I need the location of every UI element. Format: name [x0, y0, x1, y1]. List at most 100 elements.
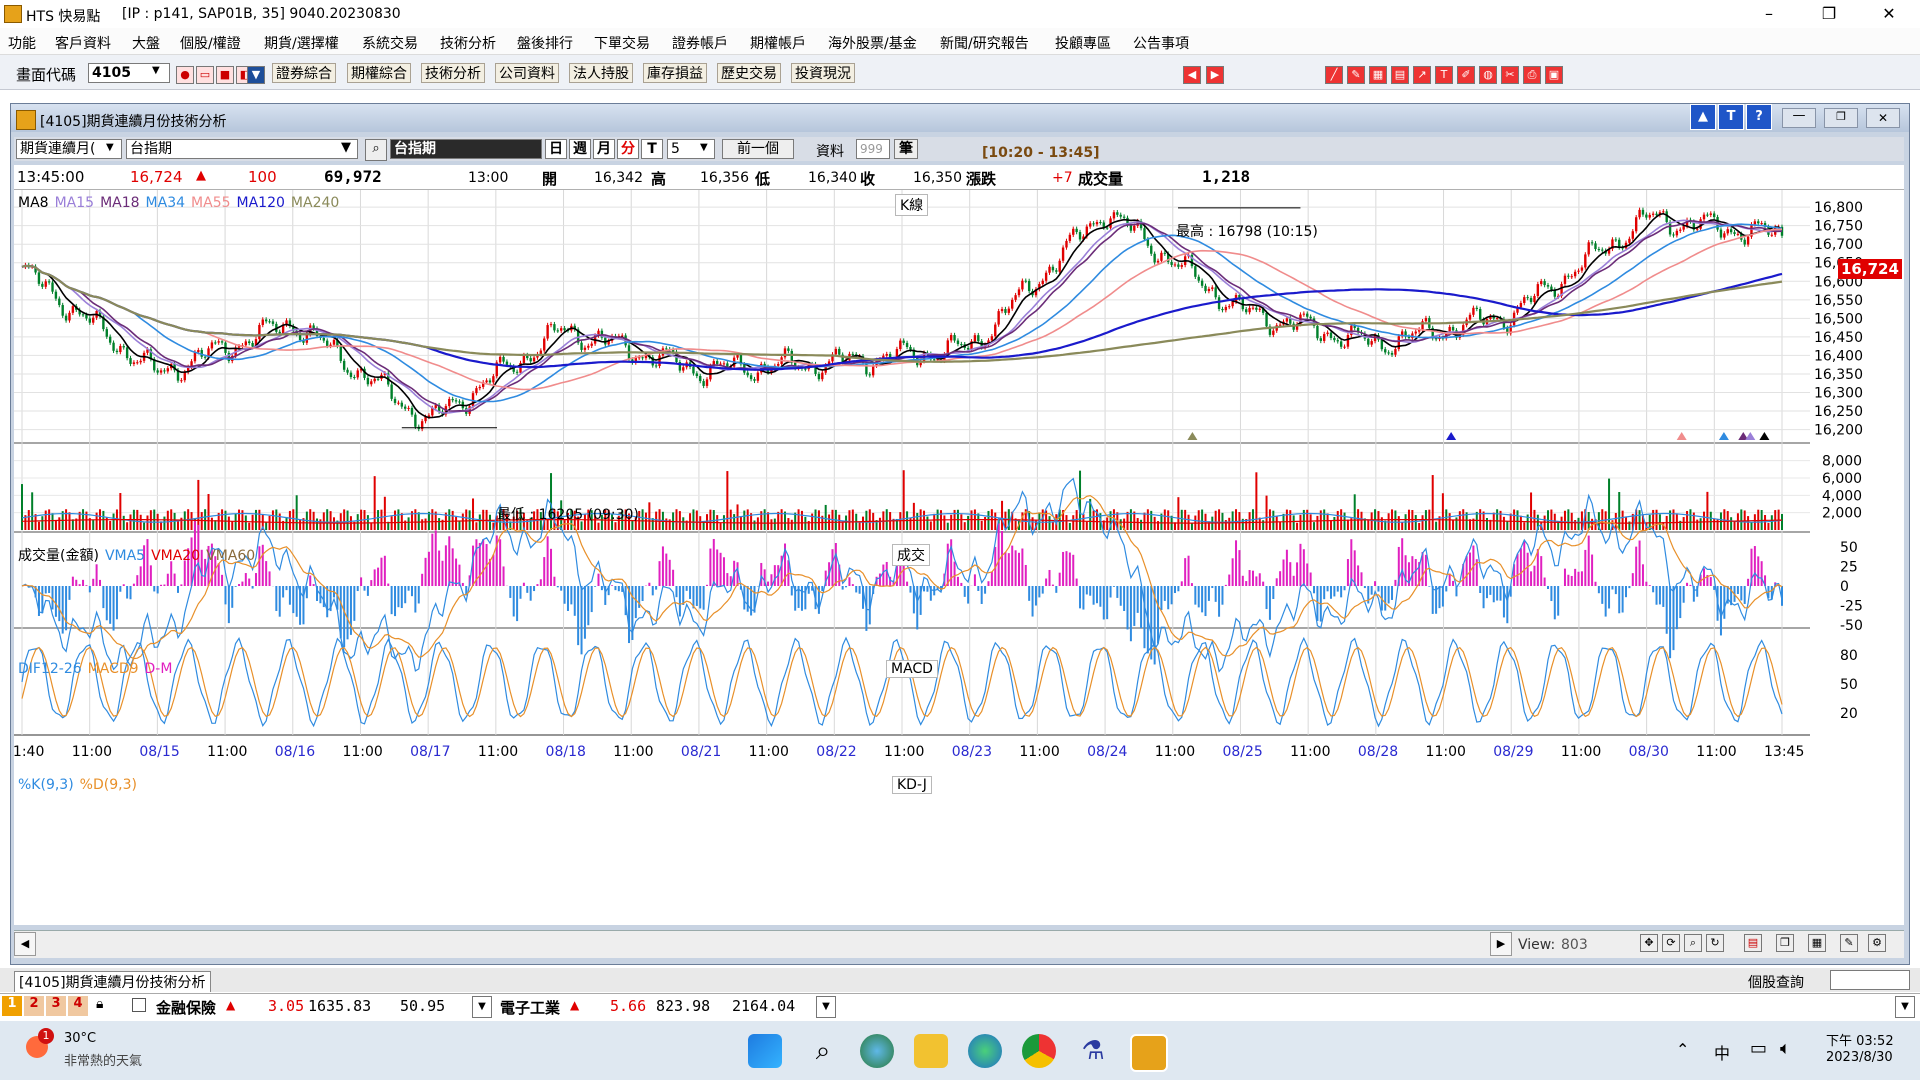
hts-app-icon[interactable] — [1130, 1034, 1168, 1072]
tool-icon-4[interactable]: ▤ — [1391, 66, 1409, 84]
text-tool-icon[interactable]: T — [1435, 66, 1453, 84]
indicator-icon[interactable]: ▤ — [1744, 934, 1762, 952]
prev-button[interactable]: 前一個 — [722, 139, 794, 159]
toolbar-securities-button[interactable]: 證券綜合 — [272, 63, 336, 83]
symbol-input[interactable]: 台指期 — [126, 139, 358, 159]
data-count-input[interactable]: 999 — [856, 139, 890, 159]
ime-indicator[interactable]: 中 — [1714, 1040, 1730, 1064]
print-icon[interactable]: ■ — [216, 66, 234, 84]
search-icon[interactable]: ⌕ — [806, 1034, 840, 1068]
back-icon[interactable]: ◀ — [1183, 66, 1201, 84]
window-icon[interactable]: ▭ — [196, 66, 214, 84]
volume-icon[interactable]: 🔈︎ — [1780, 1038, 1791, 1059]
windows-start-icon[interactable] — [748, 1034, 782, 1068]
menu-order[interactable]: 下單交易 — [594, 33, 650, 53]
stock-query-input[interactable] — [1830, 970, 1910, 990]
menu-futures-account[interactable]: 期權帳戶 — [750, 33, 806, 53]
tool-icon-3[interactable]: ▦ — [1369, 66, 1387, 84]
menu-overseas[interactable]: 海外股票/基金 — [828, 33, 917, 53]
settings-icon[interactable]: ⚙ — [1868, 934, 1886, 952]
tool-icon-2[interactable]: ✎ — [1347, 66, 1365, 84]
period-tick-button[interactable]: T — [641, 139, 663, 159]
scroll-right-arrow-icon[interactable]: ▶ — [1490, 932, 1512, 956]
forward-icon[interactable]: ▶ — [1206, 66, 1224, 84]
quote1-dropdown-icon[interactable]: ▼ — [472, 996, 492, 1018]
toolbar-inventory-button[interactable]: 庫存損益 — [643, 63, 707, 83]
tool-icon-8[interactable]: ◍ — [1479, 66, 1497, 84]
clock-date[interactable]: 2023/8/30 — [1826, 1050, 1893, 1065]
menu-securities-account[interactable]: 證券帳戶 — [672, 33, 728, 53]
reload-icon[interactable]: ↻ — [1706, 934, 1724, 952]
quote-bar-dropdown-icon[interactable]: ▼ — [1895, 996, 1915, 1018]
toolbar-futures-button[interactable]: 期權綜合 — [347, 63, 411, 83]
zoom-icon[interactable]: ⌕ — [1684, 934, 1702, 952]
panel-up-icon[interactable]: ▲ — [1690, 104, 1716, 130]
search-icon[interactable]: ⌕ — [365, 139, 387, 161]
maximize-button[interactable]: ❐ — [1806, 2, 1852, 26]
chevron-down-icon[interactable]: ▼ — [700, 142, 708, 153]
period-minute-button[interactable]: 分 — [617, 139, 639, 159]
toolbar-history-button[interactable]: 歷史交易 — [717, 63, 781, 83]
menu-futures-options[interactable]: 期貨/選擇權 — [264, 33, 339, 53]
copy-icon[interactable]: ❐ — [1776, 934, 1794, 952]
period-day-button[interactable]: 日 — [545, 139, 567, 159]
panel-restore-button[interactable]: ❐ — [1824, 108, 1858, 128]
table-icon[interactable]: ▦ — [1808, 934, 1826, 952]
file-explorer-icon[interactable] — [914, 1034, 948, 1068]
tool-icon-11[interactable]: ▣ — [1545, 66, 1563, 84]
tool-icon-7[interactable]: ✐ — [1457, 66, 1475, 84]
toolbar-institutional-button[interactable]: 法人持股 — [569, 63, 633, 83]
period-month-button[interactable]: 月 — [593, 139, 615, 159]
chrome-icon[interactable] — [1022, 1034, 1056, 1068]
edge-icon[interactable] — [968, 1034, 1002, 1068]
chevron-down-icon[interactable]: ▼ — [341, 140, 351, 155]
chevron-up-icon[interactable]: ⌃ — [1676, 1040, 1689, 1059]
macd-histogram-bar — [882, 564, 885, 586]
period-week-button[interactable]: 週 — [569, 139, 591, 159]
page-tab-3[interactable]: 3 — [46, 996, 66, 1016]
toolbar-technical-button[interactable]: 技術分析 — [421, 63, 485, 83]
quote2-dropdown-icon[interactable]: ▼ — [816, 996, 836, 1018]
tool-icon-9[interactable]: ✂ — [1501, 66, 1519, 84]
tool-icon-5[interactable]: ↗ — [1413, 66, 1431, 84]
checkbox[interactable] — [132, 998, 146, 1012]
menu-announcements[interactable]: 公告事項 — [1133, 33, 1189, 53]
widgets-icon[interactable] — [860, 1034, 894, 1068]
tab-tech-analysis[interactable]: [4105]期貨連續月份技術分析 — [14, 971, 211, 992]
menu-customer[interactable]: 客戶資料 — [55, 33, 111, 53]
tool-icon-1[interactable]: ╱ — [1325, 66, 1343, 84]
pan-icon[interactable]: ✥ — [1640, 934, 1658, 952]
network-icon[interactable]: ▭ — [1750, 1038, 1767, 1059]
panel-minimize-button[interactable]: — — [1782, 108, 1816, 128]
menu-system-trading[interactable]: 系統交易 — [362, 33, 418, 53]
menu-after-hours-rank[interactable]: 盤後排行 — [517, 33, 573, 53]
chevron-down-icon[interactable]: ▼ — [152, 65, 160, 76]
minimize-button[interactable]: – — [1746, 2, 1792, 26]
scroll-left-arrow-icon[interactable]: ◀ — [14, 932, 36, 956]
lock-icon[interactable]: 🔒︎ — [96, 996, 103, 1012]
menu-market[interactable]: 大盤 — [132, 33, 160, 53]
chevron-down-icon[interactable]: ▼ — [106, 142, 114, 153]
search-icon[interactable]: ● — [176, 66, 194, 84]
menu-advisor[interactable]: 投顧專區 — [1055, 33, 1111, 53]
menu-stock-warrant[interactable]: 個股/權證 — [180, 33, 241, 53]
tool-icon-10[interactable]: ⎙ — [1523, 66, 1541, 84]
panel-text-icon[interactable]: T — [1718, 104, 1744, 130]
data-unit-button[interactable]: 筆 — [894, 139, 918, 159]
dropdown-icon[interactable]: ▼ — [247, 66, 265, 84]
panel-help-icon[interactable]: ? — [1746, 104, 1772, 130]
close-button[interactable]: ✕ — [1866, 2, 1912, 26]
menu-news[interactable]: 新聞/研究報告 — [940, 33, 1029, 53]
clock-time[interactable]: 下午 03:52 — [1826, 1030, 1894, 1049]
menu-function[interactable]: 功能 — [8, 33, 36, 53]
toolbar-investment-button[interactable]: 投資現況 — [791, 63, 855, 83]
page-tab-2[interactable]: 2 — [24, 996, 44, 1016]
page-tab-4[interactable]: 4 — [68, 996, 88, 1016]
flask-app-icon[interactable]: ⚗ — [1076, 1034, 1110, 1068]
menu-technical[interactable]: 技術分析 — [440, 33, 496, 53]
panel-close-button[interactable]: ✕ — [1866, 108, 1900, 128]
pencil-icon[interactable]: ✎ — [1840, 934, 1858, 952]
refresh-icon[interactable]: ⟳ — [1662, 934, 1680, 952]
toolbar-company-button[interactable]: 公司資料 — [495, 63, 559, 83]
page-tab-1[interactable]: 1 — [2, 996, 22, 1016]
